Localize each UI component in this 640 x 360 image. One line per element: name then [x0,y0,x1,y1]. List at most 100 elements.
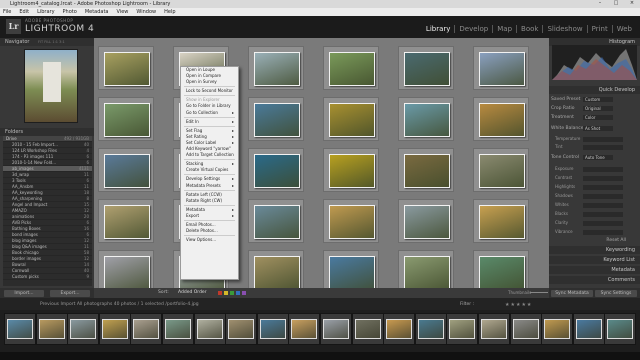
thumbnail-size-slider[interactable] [530,292,548,293]
menu-item-delete-photos[interactable]: Delete Photos... [181,228,238,234]
filmstrip-cell[interactable] [572,313,605,345]
filmstrip-cell[interactable] [4,313,36,345]
auto-tone-button[interactable]: Auto Tone [583,155,613,160]
photo-thumbnail[interactable] [404,103,450,137]
blacks-control[interactable] [583,212,623,217]
tint-control[interactable] [583,145,623,150]
menu-window[interactable]: Window [136,8,156,16]
color-label-green[interactable] [230,291,234,295]
minimize-button[interactable]: – [594,0,606,7]
temperature-control[interactable] [583,137,623,142]
photo-thumbnail[interactable] [404,205,450,239]
photo-thumbnail[interactable] [329,52,375,86]
highlights-control[interactable] [583,185,623,190]
menu-item-metadata-presets[interactable]: Metadata Presets ▸ [181,183,238,189]
filmstrip-cell[interactable] [604,313,637,345]
module-map[interactable]: Map [493,25,518,33]
vibrance-control[interactable] [583,230,623,235]
grid-cell[interactable] [473,46,529,90]
filmstrip-thumbnail[interactable] [228,319,255,339]
filmstrip-thumbnail[interactable] [354,319,381,339]
filmstrip-thumbnail[interactable] [165,319,191,339]
photo-thumbnail[interactable] [104,256,150,290]
module-develop[interactable]: Develop [455,25,494,33]
rating-filter[interactable]: ★★★★★ [505,302,532,308]
menu-item-open-in-survey[interactable]: Open in Survey [181,79,238,85]
grid-cell[interactable] [98,148,154,192]
exposure-control[interactable] [583,167,623,172]
color-label-purple[interactable] [242,291,246,295]
treatment-select[interactable]: Color [583,115,613,120]
photo-thumbnail[interactable] [329,256,375,290]
module-print[interactable]: Print [588,25,613,33]
export-button[interactable]: Export... [50,290,90,297]
filmstrip-thumbnail[interactable] [575,319,602,339]
menu-photo[interactable]: Photo [63,8,77,16]
photo-thumbnail[interactable] [404,256,450,290]
filmstrip-cell[interactable] [446,313,479,345]
color-label-yellow[interactable] [224,291,228,295]
grid-cell[interactable] [398,199,454,243]
crop-ratio-select[interactable]: Original [583,106,613,111]
grid-cell[interactable] [248,148,304,192]
photo-thumbnail[interactable] [479,205,525,239]
filmstrip-cell[interactable] [541,313,574,345]
filmstrip-cell[interactable] [383,313,416,345]
filmstrip-thumbnail[interactable] [481,319,507,339]
filmstrip-thumbnail[interactable] [133,319,160,339]
filmstrip-cell[interactable] [35,313,68,345]
photo-thumbnail[interactable] [404,154,450,188]
grid-cell[interactable] [398,97,454,141]
filmstrip-cell[interactable] [478,313,510,345]
quick-develop-header[interactable]: Quick Develop [549,86,640,94]
grid-cell[interactable] [98,199,154,243]
photo-thumbnail[interactable] [329,205,375,239]
grid-cell[interactable] [248,46,304,90]
filmstrip-cell[interactable] [98,313,131,345]
filmstrip-cell[interactable] [225,313,258,345]
menu-item-edit-in[interactable]: Edit In ▸ [181,119,238,125]
filmstrip-cell[interactable] [67,313,100,345]
whites-control[interactable] [583,203,623,208]
grid-cell[interactable] [98,46,154,90]
filmstrip-thumbnail[interactable] [38,319,65,339]
menu-item-export[interactable]: Export ▸ [181,213,238,219]
filmstrip-thumbnail[interactable] [7,319,33,339]
keyword-list-header[interactable]: Keyword List [549,256,640,264]
filmstrip-thumbnail[interactable] [449,319,476,339]
filmstrip-cell[interactable] [288,313,321,345]
filmstrip-thumbnail[interactable] [291,319,318,339]
grid-cell[interactable] [323,46,379,90]
filmstrip-thumbnail[interactable] [196,319,223,339]
photo-thumbnail[interactable] [254,205,300,239]
import-button[interactable]: Import... [4,290,44,297]
filmstrip-cell[interactable] [130,313,163,345]
photo-thumbnail[interactable] [479,154,525,188]
grid-cell[interactable] [323,148,379,192]
menu-item-lock-to-second-monitor[interactable]: Lock to Second Monitor [181,88,238,94]
folders-header[interactable]: Folders [0,128,94,136]
module-web[interactable]: Web [613,25,636,33]
photo-thumbnail[interactable] [104,154,150,188]
navigator-header[interactable]: Navigator FIT FILL 1:1 3:1 [0,38,94,46]
close-button[interactable]: × [626,0,638,7]
photo-thumbnail[interactable] [329,103,375,137]
photo-thumbnail[interactable] [254,103,300,137]
menu-library[interactable]: Library [37,8,54,16]
grid-cell[interactable] [398,148,454,192]
navigator-preview[interactable] [24,49,78,123]
saved-preset-select[interactable]: Custom [583,97,613,102]
grid-cell[interactable] [473,199,529,243]
color-label-blue[interactable] [236,291,240,295]
filmstrip-thumbnail[interactable] [386,319,413,339]
sync-metadata-button[interactable]: Sync Metadata [551,290,593,297]
photo-thumbnail[interactable] [479,52,525,86]
module-book[interactable]: Book [517,25,544,33]
filmstrip-cell[interactable] [256,313,289,345]
grid-cell[interactable] [248,97,304,141]
filmstrip-thumbnail[interactable] [512,319,539,339]
menu-item-add-to-target-collection[interactable]: Add to Target Collection [181,152,238,158]
menu-edit[interactable]: Edit [19,8,29,16]
grid-cell[interactable] [473,148,529,192]
grid-cell[interactable] [248,199,304,243]
